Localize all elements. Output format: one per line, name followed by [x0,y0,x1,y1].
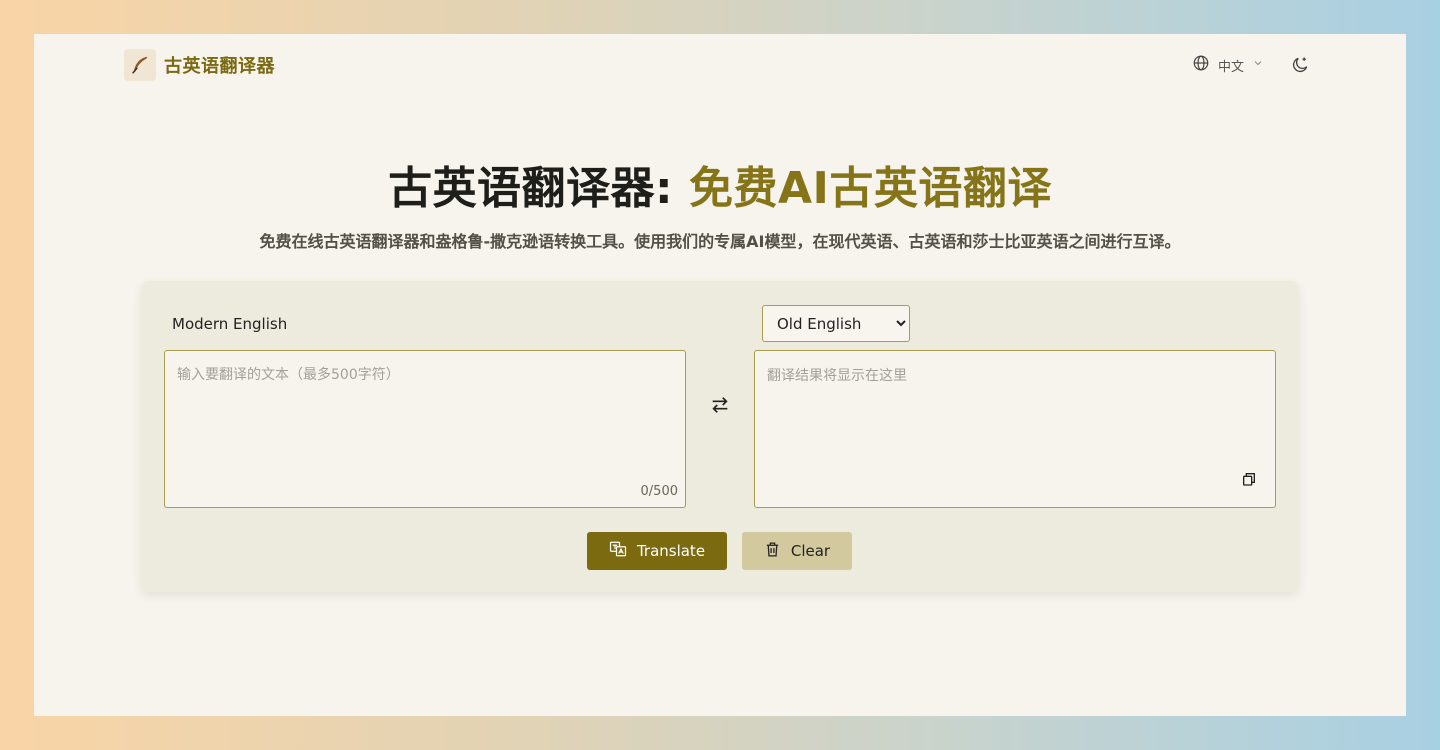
quill-logo-icon [124,49,156,81]
source-language-label: Modern English [172,315,288,333]
globe-icon [1192,54,1210,76]
language-label: 中文 [1217,59,1244,75]
output-placeholder: 翻译结果将显示在这里 [767,368,907,384]
target-language-select[interactable]: Old English [762,305,910,342]
page-subtitle: 免费在线古英语翻译器和盎格鲁-撒克逊语转换工具。使用我们的专属AI模型，在现代英… [259,232,1181,251]
character-counter: 0/500 [640,484,678,499]
translate-button[interactable]: Translate [587,532,727,570]
title-accent: 免费AI古英语翻译 [689,163,1052,214]
source-text-box: 0/500 [164,350,686,508]
clear-button-label: Clear [790,542,831,560]
trash-icon [764,541,781,562]
copy-icon[interactable] [1241,471,1257,491]
swap-languages-icon[interactable] [709,394,731,420]
language-selector[interactable]: 中文 [1192,54,1264,76]
source-input[interactable] [165,351,685,507]
translate-button-label: Translate [636,542,706,560]
brand-name: 古英语翻译器 [164,56,275,77]
title-main: 古英语翻译器: [388,163,674,214]
output-text-box: 翻译结果将显示在这里 [754,350,1276,508]
page-title: 古英语翻译器: 免费AI古英语翻译 [34,152,1406,216]
translate-icon [609,540,627,562]
clear-button[interactable]: Clear [742,532,852,570]
theme-toggle-moon-icon[interactable] [1290,55,1310,75]
translator-card: Modern English Old English 0/500 翻译结果将显示… [141,281,1299,592]
nav-actions: 中文 [1192,54,1310,76]
page-frame: 古英语翻译器 中文 古英语翻译器: 免费AI古英语翻译 免费在线古英语翻译器和盎… [34,34,1406,716]
brand[interactable]: 古英语翻译器 [124,49,275,81]
chevron-down-icon [1252,57,1264,73]
top-nav: 古英语翻译器 中文 [124,48,1310,82]
